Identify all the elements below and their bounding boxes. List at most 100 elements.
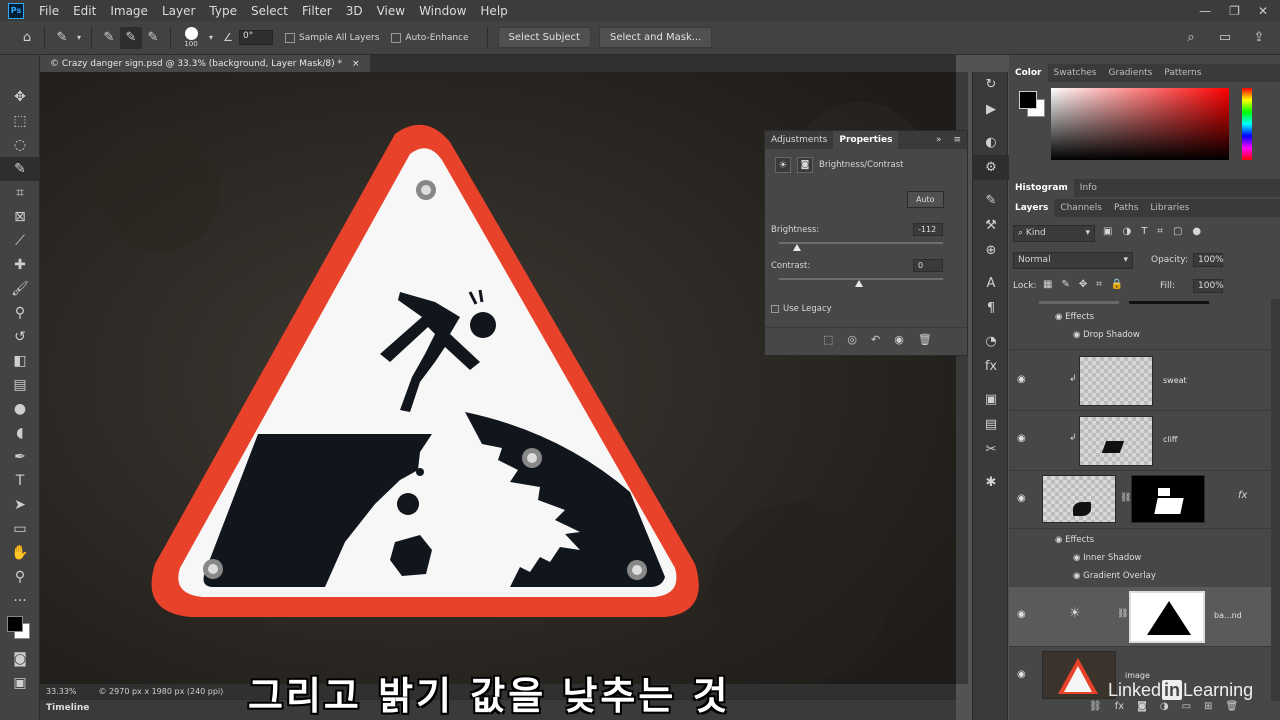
trash-icon[interactable]: 🗑 <box>918 333 932 346</box>
brush-tool-icon[interactable]: 🖌 <box>0 277 40 301</box>
color-swatches[interactable] <box>0 613 39 647</box>
lasso-tool-icon[interactable]: ◌ <box>0 133 40 157</box>
filter-type-icon[interactable]: T <box>1141 226 1147 237</box>
tab-paths[interactable]: Paths <box>1108 199 1144 217</box>
workspace-icon[interactable]: ▭ <box>1214 27 1236 49</box>
document-tab[interactable]: © Crazy danger sign.psd @ 33.3% (backgro… <box>40 55 370 72</box>
search-icon[interactable]: ⌕ <box>1180 27 1202 49</box>
hand-tool-icon[interactable]: ✋ <box>0 541 40 565</box>
use-legacy-checkbox[interactable]: Use Legacy <box>771 304 832 314</box>
close-icon[interactable]: ✕ <box>1258 4 1268 18</box>
screen-mode-icon[interactable]: ▣ <box>0 671 40 695</box>
visibility-eye-icon[interactable]: ◉ <box>1073 330 1080 340</box>
actions-icon[interactable]: ▶ <box>973 97 1009 122</box>
tab-channels[interactable]: Channels <box>1054 199 1108 217</box>
healing-brush-icon[interactable]: ✚ <box>0 253 40 277</box>
filter-shape-icon[interactable]: ⌗ <box>1157 226 1163 237</box>
tab-info[interactable]: Info <box>1074 179 1103 197</box>
history-icon[interactable]: ↻ <box>973 72 1009 97</box>
panel-menu-icon[interactable]: ≡ <box>947 135 967 145</box>
history-brush-icon[interactable]: ↺ <box>0 325 40 349</box>
brightness-field[interactable]: -112 <box>913 223 943 236</box>
tab-patterns[interactable]: Patterns <box>1158 64 1207 82</box>
menu-select[interactable]: Select <box>244 4 295 18</box>
lock-transparent-icon[interactable]: ▦ <box>1043 279 1052 290</box>
brightness-slider-track[interactable] <box>779 242 943 244</box>
3d-icon[interactable]: ✱ <box>973 470 1009 495</box>
tab-histogram[interactable]: Histogram <box>1009 179 1074 197</box>
type-tool-icon[interactable]: T <box>0 469 40 493</box>
new-layer-icon[interactable]: ⊞ <box>1204 701 1212 712</box>
add-mask-icon[interactable]: ◙ <box>1137 701 1147 712</box>
new-adjustment-icon[interactable]: ◑ <box>1160 701 1169 712</box>
close-tab-icon[interactable]: × <box>352 59 360 69</box>
lock-position-icon[interactable]: ✥ <box>1079 279 1087 290</box>
move-tool-icon[interactable]: ✥ <box>0 85 40 109</box>
color-field[interactable] <box>1051 88 1229 160</box>
foreground-color-chip[interactable] <box>1019 91 1037 109</box>
filter-pixel-icon[interactable]: ▣ <box>1103 226 1112 237</box>
layers-scrollbar[interactable] <box>1271 299 1280 701</box>
lock-artboard-icon[interactable]: ⌗ <box>1096 279 1102 290</box>
layer-mask-thumbnail[interactable] <box>1129 591 1205 643</box>
delete-layer-icon[interactable]: 🗑 <box>1225 701 1238 712</box>
home-icon[interactable]: ⌂ <box>16 27 38 49</box>
menu-layer[interactable]: Layer <box>155 4 202 18</box>
auto-button[interactable]: Auto <box>907 191 944 208</box>
dodge-tool-icon[interactable]: ◖ <box>0 421 40 445</box>
menu-window[interactable]: Window <box>412 4 473 18</box>
rectangle-tool-icon[interactable]: ▭ <box>0 517 40 541</box>
share-icon[interactable]: ⇪ <box>1248 27 1270 49</box>
menu-filter[interactable]: Filter <box>295 4 339 18</box>
visibility-eye-icon[interactable]: ◉ <box>1073 571 1080 581</box>
chevron-down-icon[interactable]: ▾ <box>205 27 217 49</box>
new-group-icon[interactable]: ▭ <box>1182 701 1191 712</box>
visibility-eye-icon[interactable]: ◉ <box>1055 535 1062 545</box>
brightness-slider-thumb[interactable] <box>793 244 801 251</box>
zoom-tool-icon[interactable]: ⚲ <box>0 565 40 589</box>
foreground-color-swatch[interactable] <box>7 616 23 632</box>
tab-adjustments[interactable]: Adjustments <box>765 135 833 145</box>
menu-image[interactable]: Image <box>103 4 155 18</box>
clip-to-layer-icon[interactable]: ⬚ <box>823 333 833 346</box>
tab-gradients[interactable]: Gradients <box>1103 64 1159 82</box>
select-and-mask-button[interactable]: Select and Mask... <box>598 27 713 48</box>
reset-icon[interactable]: ↶ <box>871 333 880 346</box>
tab-libraries[interactable]: Libraries <box>1144 199 1195 217</box>
character-icon[interactable]: A <box>973 271 1009 296</box>
add-style-icon[interactable]: fx <box>1115 701 1124 712</box>
subtract-from-selection-icon[interactable]: ✎ <box>142 27 164 49</box>
tool-presets-icon[interactable]: ✂ <box>973 437 1009 462</box>
menu-view[interactable]: View <box>370 4 412 18</box>
filter-smart-object-icon[interactable]: ▢ <box>1173 226 1182 237</box>
layer-row-cliff[interactable]: ◉ ↲ cliff <box>1009 411 1271 471</box>
visibility-eye-icon[interactable]: ◉ <box>1017 374 1026 385</box>
restore-icon[interactable]: ❐ <box>1229 4 1240 18</box>
chevron-down-icon[interactable]: ▾ <box>73 27 85 49</box>
quick-selection-tool-icon[interactable]: ✎ <box>0 157 40 181</box>
zoom-level[interactable]: 33.33% <box>46 687 77 696</box>
clone-source-icon[interactable]: ⊕ <box>973 238 1009 263</box>
visibility-icon[interactable]: ◉ <box>894 333 904 346</box>
blur-tool-icon[interactable]: ● <box>0 397 40 421</box>
lock-all-icon[interactable]: 🔒 <box>1111 279 1123 290</box>
crop-tool-icon[interactable]: ⌗ <box>0 181 40 205</box>
paragraph-icon[interactable]: ¶ <box>973 296 1009 321</box>
layer-mask-thumbnail[interactable] <box>1131 475 1205 523</box>
eyedropper-tool-icon[interactable]: ⟋ <box>0 229 40 253</box>
visibility-eye-icon[interactable]: ◉ <box>1017 609 1026 620</box>
glyphs-icon[interactable]: ◔ <box>973 329 1009 354</box>
eraser-tool-icon[interactable]: ◧ <box>0 349 40 373</box>
view-previous-icon[interactable]: ◎ <box>847 333 857 346</box>
tab-layers[interactable]: Layers <box>1009 199 1055 217</box>
menu-type[interactable]: Type <box>202 4 244 18</box>
quick-mask-icon[interactable]: ◙ <box>0 647 40 671</box>
link-layers-icon[interactable]: ⛓ <box>1089 701 1102 712</box>
properties-icon[interactable]: ⚙ <box>973 155 1009 180</box>
visibility-eye-icon[interactable]: ◉ <box>1055 312 1062 322</box>
channels-icon[interactable]: ▣ <box>973 387 1009 412</box>
layer-row-brightness-contrast[interactable]: ◉ ☀ ⛓ ba...nd <box>1009 587 1271 647</box>
hue-slider[interactable] <box>1242 88 1252 160</box>
quick-selection-preset-icon[interactable]: ✎ <box>51 27 73 49</box>
collapse-icon[interactable]: » <box>930 135 948 145</box>
